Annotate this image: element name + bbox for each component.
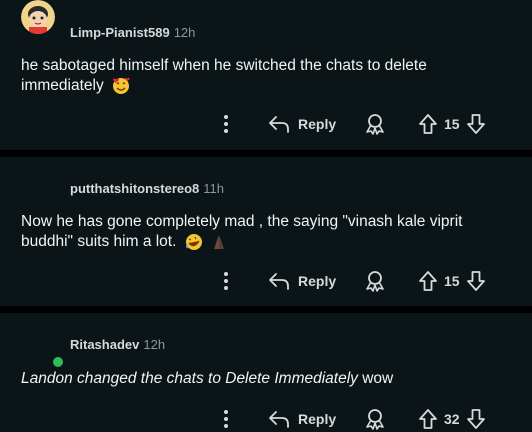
more-vertical-icon bbox=[224, 410, 228, 428]
award-icon bbox=[364, 408, 386, 430]
comment-text: wow bbox=[357, 370, 394, 387]
username[interactable]: Ritashadev bbox=[70, 337, 139, 352]
more-options-button[interactable] bbox=[219, 269, 233, 293]
timestamp: 11h bbox=[203, 181, 225, 196]
reply-arrow-icon bbox=[268, 409, 290, 429]
downvote-icon[interactable] bbox=[466, 270, 486, 292]
folded-hands-icon bbox=[211, 233, 227, 251]
award-icon bbox=[364, 113, 386, 135]
more-options-button[interactable] bbox=[219, 407, 233, 431]
reply-label: Reply bbox=[298, 116, 337, 132]
score: 32 bbox=[444, 411, 460, 427]
vote-controls: 32 bbox=[418, 407, 486, 431]
downvote-icon[interactable] bbox=[466, 408, 486, 430]
score: 15 bbox=[444, 116, 460, 132]
award-button[interactable] bbox=[364, 407, 386, 431]
award-button[interactable] bbox=[364, 269, 386, 293]
comment-body: Now he has gone completely mad , the say… bbox=[21, 212, 511, 252]
comment-actions: Reply 15 bbox=[0, 269, 532, 293]
reply-button[interactable]: Reply bbox=[268, 112, 336, 136]
comment-meta: Ritashadev 12h bbox=[70, 337, 165, 353]
smiling-face-hearts-icon bbox=[112, 77, 130, 95]
upvote-icon[interactable] bbox=[418, 113, 438, 135]
more-vertical-icon bbox=[224, 115, 228, 133]
comment-text: he sabotaged himself when he switched th… bbox=[21, 57, 427, 94]
reply-label: Reply bbox=[298, 273, 337, 289]
timestamp: 12h bbox=[173, 25, 196, 40]
username[interactable]: Limp-Pianist589 bbox=[70, 25, 170, 40]
rolling-laughing-icon bbox=[185, 233, 203, 251]
more-options-button[interactable] bbox=[219, 112, 233, 136]
comment-actions: Reply 15 bbox=[0, 112, 532, 136]
username[interactable]: putthatshitonstereo8 bbox=[70, 181, 199, 196]
award-button[interactable] bbox=[364, 112, 386, 136]
downvote-icon[interactable] bbox=[466, 113, 486, 135]
vote-controls: 15 bbox=[418, 269, 486, 293]
reply-label: Reply bbox=[298, 411, 337, 427]
timestamp: 12h bbox=[143, 337, 166, 352]
more-vertical-icon bbox=[224, 272, 228, 290]
avatar[interactable] bbox=[21, 0, 55, 34]
award-icon bbox=[364, 270, 386, 292]
upvote-icon[interactable] bbox=[418, 408, 438, 430]
comment-body: he sabotaged himself when he switched th… bbox=[21, 56, 511, 96]
comment-text-italic: Landon changed the chats to Delete Immed… bbox=[21, 370, 358, 387]
vote-controls: 15 bbox=[418, 112, 486, 136]
online-status-indicator bbox=[51, 355, 65, 369]
reply-arrow-icon bbox=[268, 271, 290, 291]
comment-text: Now he has gone completely mad , the say… bbox=[21, 213, 463, 250]
comment-actions: Reply 32 bbox=[0, 407, 532, 431]
reply-button[interactable]: Reply bbox=[268, 269, 336, 293]
comment-meta: Limp-Pianist589 12h bbox=[70, 25, 195, 41]
comment-meta: putthatshitonstereo8 11h bbox=[70, 181, 224, 197]
reply-button[interactable]: Reply bbox=[268, 407, 336, 431]
score: 15 bbox=[444, 273, 460, 289]
reply-arrow-icon bbox=[268, 114, 290, 134]
upvote-icon[interactable] bbox=[418, 270, 438, 292]
comment-body: Landon changed the chats to Delete Immed… bbox=[21, 369, 511, 389]
